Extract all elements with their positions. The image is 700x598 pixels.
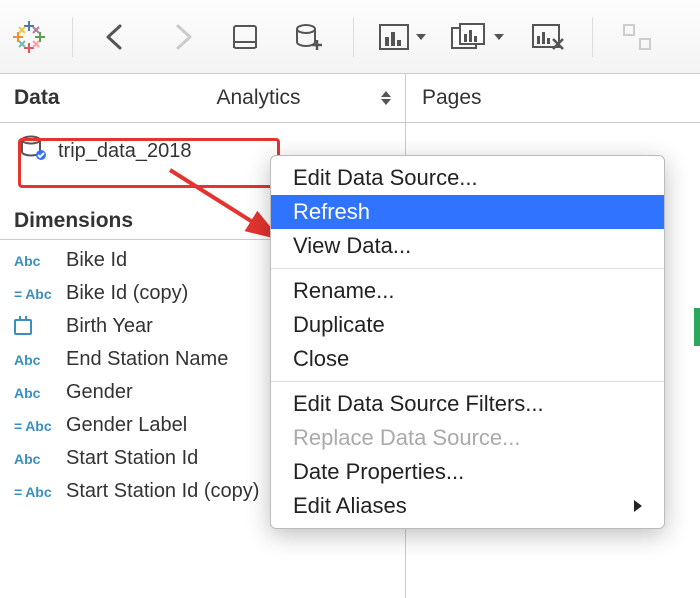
menu-item-label: Replace Data Source... <box>293 425 520 451</box>
menu-item-label: Edit Data Source... <box>293 165 478 191</box>
menu-item-label: Date Properties... <box>293 459 464 485</box>
back-button[interactable] <box>97 17 137 57</box>
field-label: Gender <box>66 381 133 404</box>
menu-item[interactable]: Refresh <box>271 195 664 229</box>
menu-item[interactable]: Rename... <box>271 274 664 308</box>
menu-item-label: Edit Data Source Filters... <box>293 391 544 417</box>
string-type-icon: Abc <box>14 484 56 500</box>
tab-label: Data <box>14 86 60 110</box>
new-datasource-button[interactable] <box>289 17 329 57</box>
date-type-icon <box>14 319 56 335</box>
datasource-name: trip_data_2018 <box>58 140 191 163</box>
toolbar <box>0 0 700 74</box>
chevron-down-icon <box>416 34 426 40</box>
field-label: Gender Label <box>66 414 187 437</box>
field-label: End Station Name <box>66 348 228 371</box>
menu-item-label: Close <box>293 346 349 372</box>
string-type-icon: Abc <box>14 253 56 269</box>
string-type-icon: Abc <box>14 352 56 368</box>
sort-icon <box>381 91 391 105</box>
toolbar-divider <box>353 17 354 57</box>
toolbar-divider <box>72 17 73 57</box>
chevron-down-icon <box>494 34 504 40</box>
duplicate-sheet-button[interactable] <box>450 22 504 52</box>
field-label: Start Station Id (copy) <box>66 480 259 503</box>
tab-label: Analytics <box>217 86 301 110</box>
field-label: Bike Id (copy) <box>66 282 188 305</box>
menu-separator <box>271 268 664 269</box>
toolbar-divider <box>592 17 593 57</box>
green-edge-peek <box>694 308 700 346</box>
field-label: Start Station Id <box>66 447 198 470</box>
save-button[interactable] <box>225 17 265 57</box>
menu-item[interactable]: View Data... <box>271 229 664 263</box>
menu-item[interactable]: Date Properties... <box>271 455 664 489</box>
menu-item[interactable]: Edit Data Source... <box>271 161 664 195</box>
menu-item-label: View Data... <box>293 233 411 259</box>
string-type-icon: Abc <box>14 451 56 467</box>
menu-item[interactable]: Duplicate <box>271 308 664 342</box>
menu-item-label: Edit Aliases <box>293 493 407 519</box>
string-type-icon: Abc <box>14 418 56 434</box>
tableau-logo-icon <box>10 18 48 56</box>
field-label: Bike Id <box>66 249 127 272</box>
forward-button[interactable] <box>161 17 201 57</box>
menu-item-label: Duplicate <box>293 312 385 338</box>
swap-button[interactable] <box>617 17 657 57</box>
menu-item-label: Refresh <box>293 199 370 225</box>
side-tabs: Data Analytics <box>0 74 405 123</box>
string-type-icon: Abc <box>14 385 56 401</box>
menu-item: Replace Data Source... <box>271 421 664 455</box>
tab-data[interactable]: Data <box>0 74 203 122</box>
menu-separator <box>271 381 664 382</box>
datasource-icon <box>20 135 48 167</box>
string-type-icon: Abc <box>14 286 56 302</box>
field-label: Birth Year <box>66 315 153 338</box>
new-worksheet-button[interactable] <box>378 23 426 51</box>
pages-shelf-header: Pages <box>406 74 700 123</box>
menu-item[interactable]: Close <box>271 342 664 376</box>
clear-sheet-button[interactable] <box>528 17 568 57</box>
submenu-arrow-icon <box>634 500 642 512</box>
tab-analytics[interactable]: Analytics <box>203 74 406 122</box>
menu-item[interactable]: Edit Aliases <box>271 489 664 523</box>
menu-item-label: Rename... <box>293 278 395 304</box>
menu-item[interactable]: Edit Data Source Filters... <box>271 387 664 421</box>
datasource-context-menu: Edit Data Source... Refresh View Data... Re… <box>270 155 665 529</box>
